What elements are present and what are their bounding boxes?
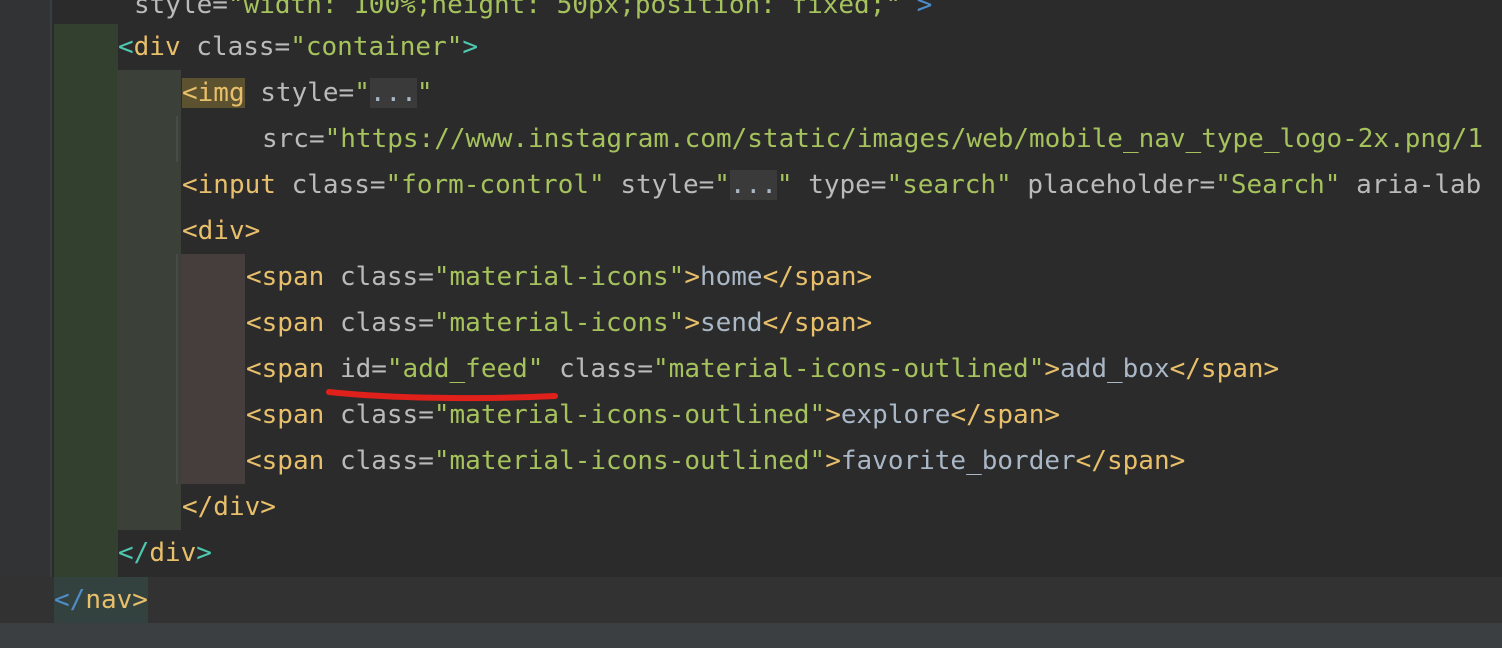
tag-close-bracket: > [132, 585, 148, 615]
tag-open-bracket: < [182, 170, 198, 200]
tag-name: nav [85, 585, 133, 615]
tag-close-bracket: > [196, 538, 212, 568]
code-line-12[interactable]: </div> [118, 530, 212, 576]
tag-text: </div> [182, 492, 276, 522]
attr-value: "https://www.instagram.com/static/images… [324, 124, 1483, 154]
tag-name: div [149, 538, 197, 568]
gutter-divider [50, 0, 52, 648]
indent-guide-level-1 [54, 24, 118, 577]
attr-name: src= [262, 124, 325, 154]
code-line-9[interactable]: <span class="material-icons-outlined">ex… [246, 392, 1060, 438]
attr-name: style= [260, 78, 355, 108]
tag-open-bracket: < [118, 32, 134, 62]
tag-open-bracket: < [246, 308, 262, 338]
tag-gt: > [684, 308, 700, 338]
text-content: favorite_border [840, 446, 1076, 476]
code-line-13[interactable]: </nav> [54, 577, 148, 623]
attr-value: "material-icons-outlined" [433, 400, 826, 430]
code-line-6[interactable]: <span class="material-icons">home</span> [246, 254, 872, 300]
indent-guide-level-2 [117, 70, 181, 530]
editor-bottom-strip [0, 623, 1502, 648]
tag-open-bracket: < [246, 354, 262, 384]
attr-name: placeholder= [1027, 170, 1216, 200]
attr-value: "material-icons" [433, 262, 685, 292]
attr-value: "width: 100%;height: 50px;position: fixe… [227, 0, 902, 20]
tag-highlight: <img [182, 78, 245, 108]
tag-gt: > [825, 400, 841, 430]
tag-name: span [261, 308, 325, 338]
tag-open-bracket: < [182, 78, 198, 108]
attr-name: class= [339, 262, 434, 292]
attr-name: class= [559, 354, 654, 384]
tag-open-bracket: </ [118, 538, 150, 568]
attr-name: style= [134, 0, 228, 20]
attr-value: "Search" [1215, 170, 1341, 200]
tag-name: span [261, 446, 325, 476]
close-tag: </span> [1075, 446, 1186, 476]
tag-open-bracket: </ [54, 585, 86, 615]
code-line-10[interactable]: <span class="material-icons-outlined">fa… [246, 438, 1185, 484]
tag-name: span [261, 354, 325, 384]
code-line-3[interactable]: src="https://www.instagram.com/static/im… [262, 116, 1483, 162]
tag-name: img [197, 78, 245, 108]
attr-name: id= [339, 354, 387, 384]
text-content: add_box [1060, 354, 1170, 384]
attr-value: "material-icons-outlined" [653, 354, 1045, 384]
quote: " [714, 170, 730, 200]
attr-value: "search" [886, 170, 1012, 200]
attr-value: "add_feed" [386, 354, 544, 384]
quote: " [416, 78, 433, 108]
tag-close: > [901, 0, 933, 20]
current-line-highlight [0, 577, 1502, 623]
indent-guide-line [176, 116, 178, 162]
text-content: send [699, 308, 763, 338]
attr-name: type= [808, 170, 887, 200]
close-tag: </span> [1169, 354, 1280, 384]
tag-gt: > [684, 262, 700, 292]
code-line-11[interactable]: </div> [182, 484, 276, 530]
attr-value: "material-icons-outlined" [433, 446, 826, 476]
tag-open-bracket: < [246, 262, 262, 292]
code-line-2[interactable]: <img style="..." [182, 70, 432, 116]
attr-value: "material-icons" [433, 308, 685, 338]
code-line-4[interactable]: <input class="form-control" style="..." … [182, 162, 1481, 208]
attr-value: "container" [290, 32, 463, 62]
attr-name: class= [339, 446, 434, 476]
code-line-1[interactable]: <div class="container"> [118, 24, 478, 70]
text-content: explore [840, 400, 951, 430]
quote: " [354, 78, 370, 108]
attr-value: "form-control" [385, 170, 605, 200]
attr-name: style= [620, 170, 715, 200]
attr-name: class= [196, 32, 291, 62]
attr-name: class= [339, 308, 434, 338]
indent-guide-line [176, 254, 178, 484]
attr-name: class= [291, 170, 386, 200]
tag-close-bracket: > [462, 32, 479, 62]
tag-text: <div> [182, 216, 261, 246]
tag-open-bracket: < [246, 400, 262, 430]
tag-name: input [197, 170, 276, 200]
tag-open-bracket: < [246, 446, 262, 476]
folded-region[interactable]: ... [369, 78, 417, 108]
folded-region[interactable]: ... [729, 170, 777, 200]
close-tag: </span> [950, 400, 1061, 430]
tag-name: span [261, 262, 325, 292]
tag-name: span [261, 400, 325, 430]
close-tag: </span> [762, 262, 873, 292]
code-line-5[interactable]: <div> [182, 208, 260, 254]
close-tag: </span> [762, 308, 873, 338]
tag-gt: > [825, 446, 841, 476]
attr-name: class= [339, 400, 434, 430]
code-line-7[interactable]: <span class="material-icons">send</span> [246, 300, 872, 346]
text-content: home [699, 262, 763, 292]
attr-name: aria-lab [1356, 170, 1482, 200]
quote: " [776, 170, 793, 200]
tag-gt: > [1044, 354, 1061, 384]
indent-guide-level-3 [181, 254, 245, 484]
tag-name: div [133, 32, 181, 62]
editor-gutter[interactable] [0, 0, 50, 648]
